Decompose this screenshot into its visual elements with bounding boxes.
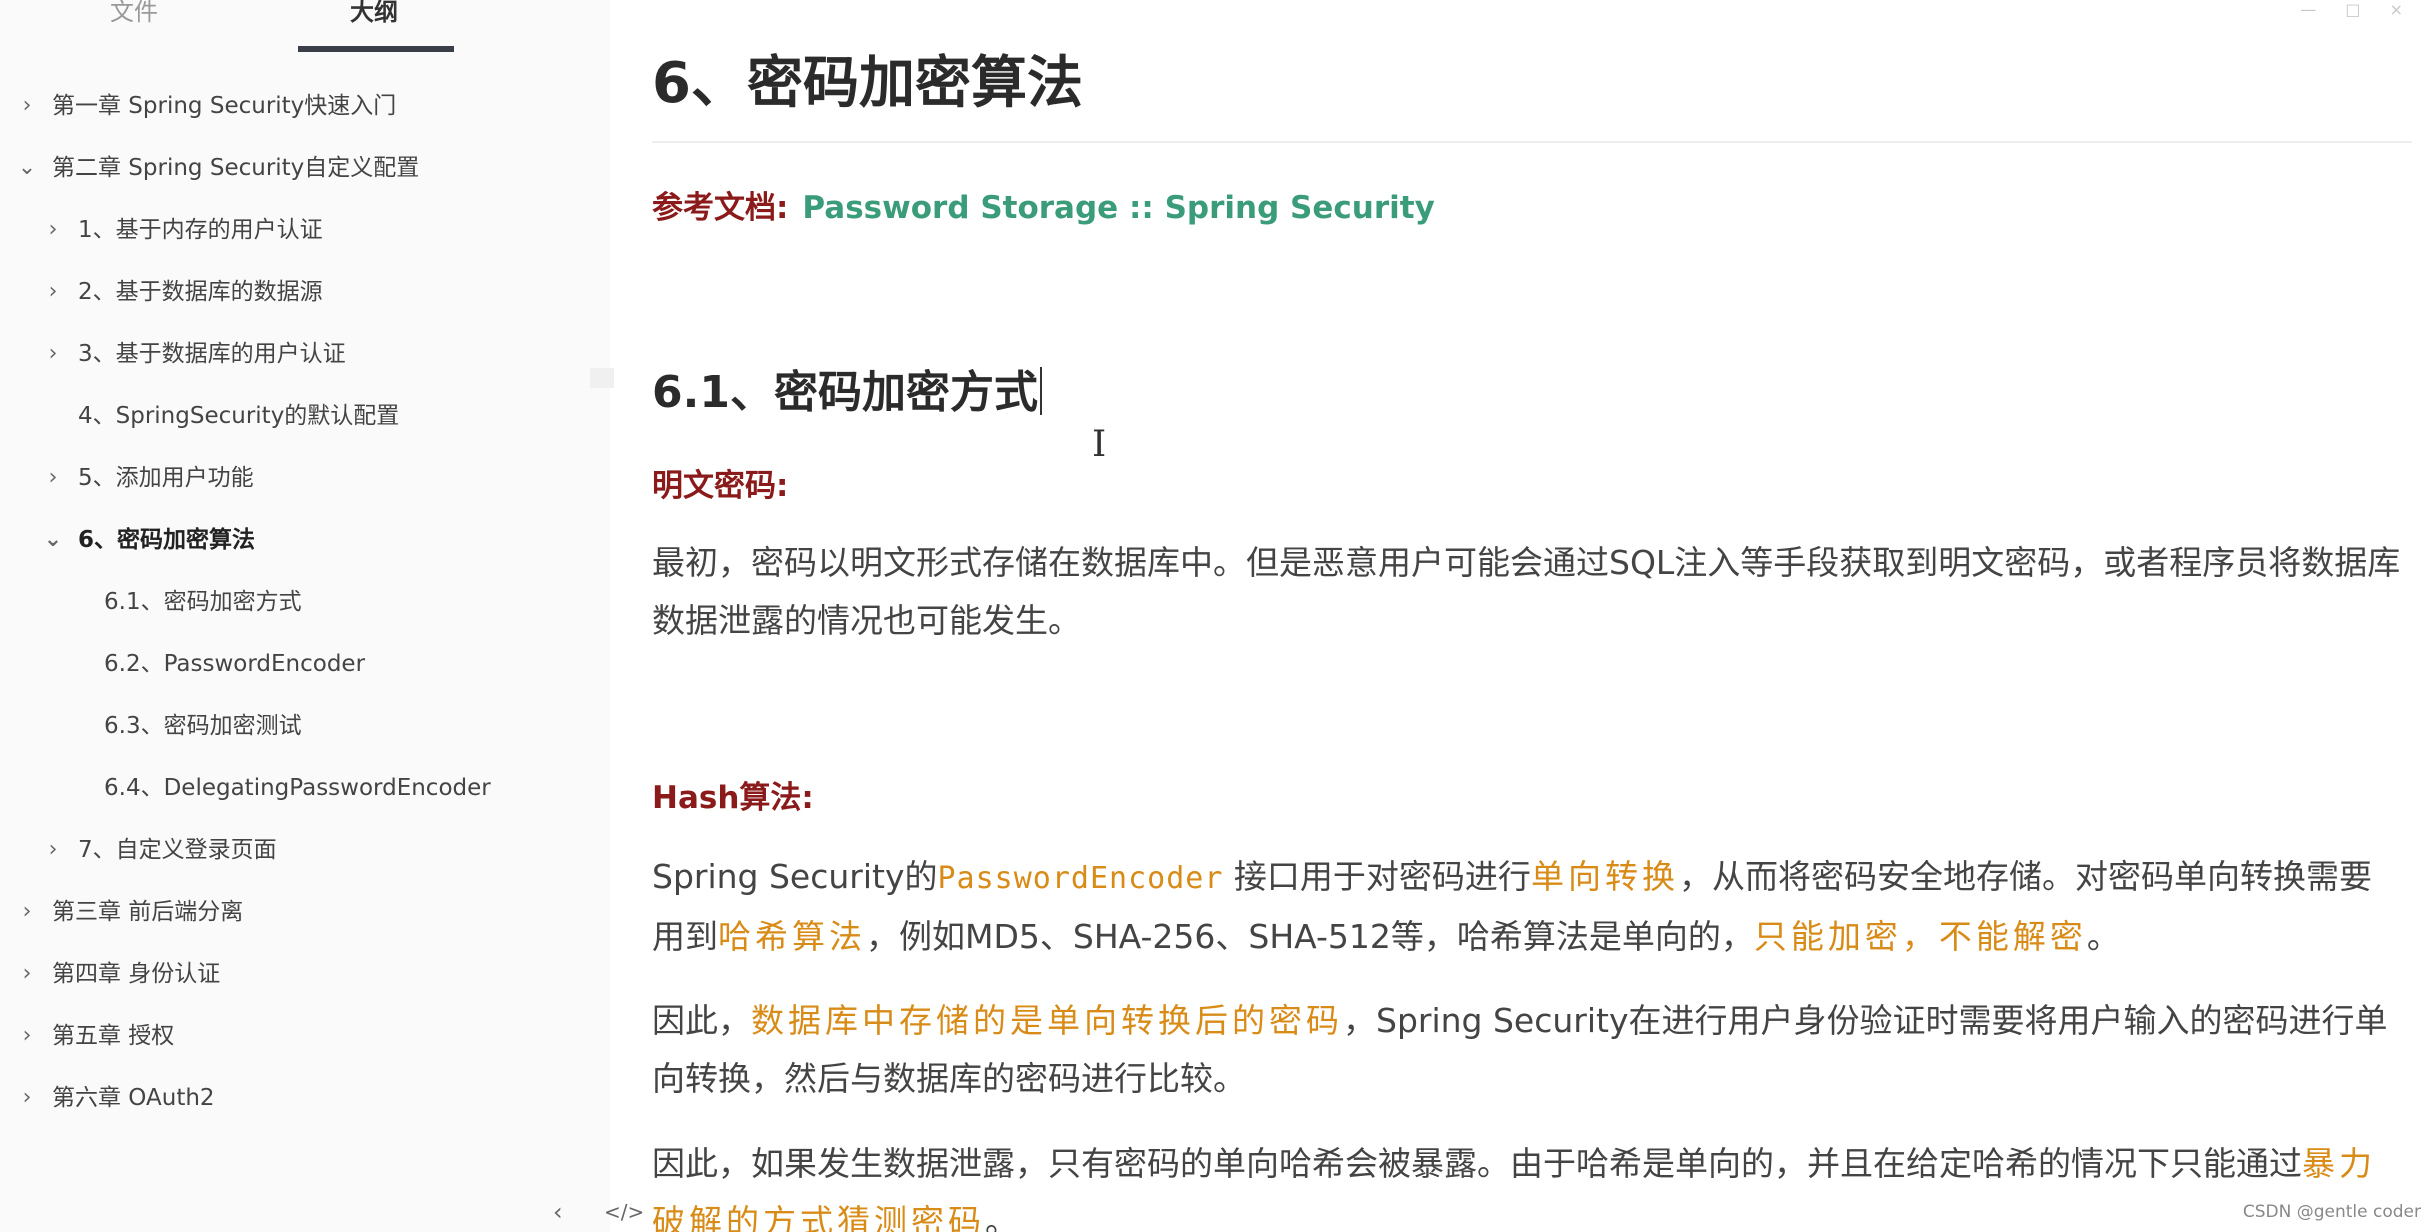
highlight-one-way: 单向转换	[1530, 857, 1679, 896]
highlight-encrypt-only: 只能加密，不能解密	[1753, 917, 2087, 956]
chevron-right-icon[interactable]: ›	[43, 819, 63, 881]
heading-2: 6.1、密码加密方式	[652, 356, 1042, 420]
text-caret	[1039, 367, 1042, 415]
tab-files[interactable]: 文件	[110, 0, 158, 52]
typora-window: 文件 大纲 › 第一章 Spring Security快速入门 ⌄ 第二章 Sprin…	[0, 0, 2435, 1232]
outline-item-label: 1、基于内存的用户认证	[78, 217, 323, 243]
text-run: 接口用于对密码进行	[1223, 857, 1531, 896]
outline-item[interactable]: › 第五章 授权	[0, 1005, 610, 1067]
ibeam-cursor-icon: I	[1092, 424, 1107, 465]
outline-item-label: 7、自定义登录页面	[78, 837, 277, 863]
outline-item[interactable]: › 7、自定义登录页面	[0, 819, 610, 881]
chevron-right-icon[interactable]: ›	[17, 881, 37, 943]
source-code-mode-icon[interactable]: </>	[604, 1200, 644, 1224]
outline-item-label: 6.3、密码加密测试	[104, 713, 302, 739]
outline-item-label: 第五章 授权	[52, 1023, 175, 1049]
outline-item-label: 第一章 Spring Security快速入门	[52, 93, 397, 119]
document-editor[interactable]: 6、密码加密算法 参考文档: Password Storage :: Spring…	[590, 0, 2412, 1232]
heading-2-text: 6.1、密码加密方式	[652, 367, 1038, 418]
text-run: ，例如MD5、SHA-256、SHA-512等，哈希算法是单向的，	[866, 917, 1754, 956]
chevron-right-icon[interactable]: ›	[17, 1067, 37, 1129]
heading-divider	[652, 141, 2412, 143]
chevron-right-icon[interactable]: ›	[17, 75, 37, 137]
outline-item-label: 4、SpringSecurity的默认配置	[78, 403, 400, 429]
highlight-hash-algorithm: 哈希算法	[718, 917, 866, 956]
outline-item-label: 2、基于数据库的数据源	[78, 279, 323, 305]
outline-item-label: 3、基于数据库的用户认证	[78, 341, 346, 367]
outline-tree: › 第一章 Spring Security快速入门 ⌄ 第二章 Spring Secu…	[0, 75, 610, 1129]
hash-paragraph-1: Spring Security的PasswordEncoder 接口用于对密码进…	[652, 848, 2402, 966]
chevron-right-icon[interactable]: ›	[17, 943, 37, 1005]
chevron-right-icon[interactable]: ›	[43, 323, 63, 385]
sidebar-tabs: 文件 大纲	[0, 0, 610, 56]
outline-item-label: 6.1、密码加密方式	[104, 589, 302, 615]
text-run: 。	[985, 1202, 1018, 1232]
paragraph-handle[interactable]	[590, 368, 614, 388]
text-run: 因此，如果发生数据泄露，只有密码的单向哈希会被暴露。由于哈希是单向的，并且在给定…	[652, 1144, 2302, 1183]
chevron-right-icon[interactable]: ›	[43, 199, 63, 261]
active-tab-indicator	[298, 46, 454, 52]
outline-item-label: 5、添加用户功能	[78, 465, 254, 491]
outline-item[interactable]: › 第六章 OAuth2	[0, 1067, 610, 1129]
inline-code-passwordencoder: PasswordEncoder	[937, 861, 1224, 896]
reference-line: 参考文档: Password Storage :: Spring Security	[652, 182, 1435, 227]
outline-item[interactable]: 6.2、PasswordEncoder	[0, 633, 610, 695]
sidebar: 文件 大纲 › 第一章 Spring Security快速入门 ⌄ 第二章 Sprin…	[0, 0, 644, 1232]
hash-paragraph-3: 因此，如果发生数据泄露，只有密码的单向哈希会被暴露。由于哈希是单向的，并且在给定…	[652, 1135, 2402, 1232]
outline-item[interactable]: › 第四章 身份认证	[0, 943, 610, 1005]
outline-item-label: 第三章 前后端分离	[52, 899, 244, 925]
chevron-down-icon[interactable]: ⌄	[17, 137, 37, 199]
outline-item[interactable]: › 2、基于数据库的数据源	[0, 261, 610, 323]
outline-item-label: 第二章 Spring Security自定义配置	[52, 155, 420, 181]
chevron-right-icon[interactable]: ›	[43, 447, 63, 509]
window-controls: — □ ×	[2300, 0, 2415, 19]
outline-item[interactable]: › 3、基于数据库的用户认证	[0, 323, 610, 385]
outline-item[interactable]: ⌄ 第二章 Spring Security自定义配置	[0, 137, 610, 199]
plaintext-heading: 明文密码:	[652, 468, 789, 504]
outline-item-label: 6.4、DelegatingPasswordEncoder	[104, 775, 491, 801]
text-run: 因此，	[652, 1001, 751, 1040]
outline-item[interactable]: › 5、添加用户功能	[0, 447, 610, 509]
outline-item[interactable]: › 第一章 Spring Security快速入门	[0, 75, 610, 137]
text-run: 。	[2086, 917, 2120, 956]
watermark: CSDN @gentle coder	[2242, 1202, 2421, 1222]
reference-link[interactable]: Password Storage :: Spring Security	[802, 190, 1434, 226]
outline-item[interactable]: ⌄ 6、密码加密算法	[0, 509, 610, 571]
chevron-right-icon[interactable]: ›	[43, 261, 63, 323]
chevron-right-icon[interactable]: ›	[17, 1005, 37, 1067]
text-run: Spring Security的	[652, 857, 938, 896]
outline-item-label: 6、密码加密算法	[78, 527, 256, 553]
heading-1: 6、密码加密算法	[652, 51, 1083, 116]
chevron-down-icon[interactable]: ⌄	[43, 509, 63, 571]
outline-item[interactable]: › 第三章 前后端分离	[0, 881, 610, 943]
plaintext-paragraph: 最初，密码以明文形式存储在数据库中。但是恶意用户可能会通过SQL注入等手段获取到…	[652, 543, 2401, 640]
outline-item-label: 第四章 身份认证	[52, 961, 221, 987]
tab-outline[interactable]: 大纲	[350, 0, 398, 52]
outline-item[interactable]: 6.3、密码加密测试	[0, 695, 610, 757]
outline-item[interactable]: 6.4、DelegatingPasswordEncoder	[0, 757, 610, 819]
outline-item-label: 第六章 OAuth2	[52, 1085, 215, 1111]
collapse-sidebar-icon[interactable]: ‹	[553, 1198, 563, 1226]
outline-item[interactable]: 6.1、密码加密方式	[0, 571, 610, 633]
outline-item[interactable]: › 1、基于内存的用户认证	[0, 199, 610, 261]
hash-paragraph-2: 因此，数据库中存储的是单向转换后的密码，Spring Security在进行用户…	[652, 992, 2402, 1108]
highlight-stored-hash: 数据库中存储的是单向转换后的密码	[751, 1001, 1343, 1040]
reference-label: 参考文档:	[652, 190, 789, 226]
outline-item-label: 6.2、PasswordEncoder	[104, 651, 366, 677]
outline-item[interactable]: 4、SpringSecurity的默认配置	[0, 385, 610, 447]
hash-heading: Hash算法:	[652, 780, 814, 816]
